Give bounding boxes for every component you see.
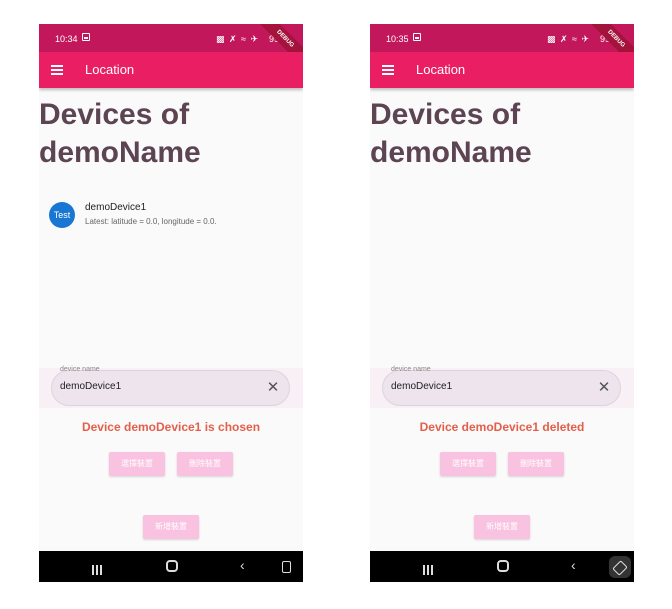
device-title: demoDevice1 xyxy=(85,202,147,213)
device-name-input[interactable] xyxy=(391,381,571,392)
recent-apps-icon[interactable] xyxy=(423,562,435,575)
app-title: Location xyxy=(416,62,466,77)
status-message: Device demoDevice1 deleted xyxy=(419,420,585,434)
device-name-label: device name xyxy=(391,366,431,373)
navigation-bar: ‹ xyxy=(39,551,303,582)
select-device-button[interactable]: 選擇裝置 xyxy=(440,452,496,476)
phone-screen-right: 10:35 ▩ ✗ ≈ ✈ 99% DEBUG Location Devices… xyxy=(370,24,634,582)
add-device-button[interactable]: 新增裝置 xyxy=(474,515,530,539)
hamburger-menu-icon[interactable] xyxy=(51,65,63,75)
rotate-screen-icon[interactable] xyxy=(282,561,291,573)
add-device-button[interactable]: 新增裝置 xyxy=(143,515,199,539)
page-title: Devices of demoName xyxy=(39,96,303,172)
back-icon[interactable]: ‹ xyxy=(571,558,576,572)
back-icon[interactable]: ‹ xyxy=(240,558,245,572)
navigation-bar: ‹ xyxy=(370,551,634,582)
home-icon[interactable] xyxy=(166,560,178,572)
hamburger-menu-icon[interactable] xyxy=(382,65,394,75)
status-system-icons: ▩ ✗ ≈ ✈ xyxy=(546,34,590,44)
app-bar: Location xyxy=(370,52,634,88)
device-name-field[interactable]: ✕ xyxy=(382,370,621,406)
status-message: Device demoDevice1 is chosen xyxy=(81,420,261,434)
app-bar: Location xyxy=(39,52,303,88)
delete-device-button[interactable]: 刪除裝置 xyxy=(177,452,233,476)
status-time: 10:34 xyxy=(55,34,78,44)
device-name-input[interactable] xyxy=(60,381,240,392)
device-avatar: Test xyxy=(49,202,75,228)
recent-apps-icon[interactable] xyxy=(92,562,104,575)
page-title-line-1: Devices of xyxy=(39,98,190,131)
page-title: Devices of demoName xyxy=(370,96,634,172)
page-title-line-2: demoName xyxy=(370,136,532,169)
page-title-line-2: demoName xyxy=(39,136,201,169)
home-icon[interactable] xyxy=(497,560,509,572)
select-device-button[interactable]: 選擇裝置 xyxy=(109,452,165,476)
phone-screen-left: 10:34 ▩ ✗ ≈ ✈ 99% DEBUG Location Devices… xyxy=(39,24,303,582)
device-name-field[interactable]: ✕ xyxy=(51,370,290,406)
app-title: Location xyxy=(85,62,135,77)
rotate-screen-icon[interactable] xyxy=(609,556,631,578)
gallery-notification-icon xyxy=(82,33,90,41)
clear-icon[interactable]: ✕ xyxy=(265,380,281,396)
device-list-item[interactable]: Test demoDevice1 Latest: latitude = 0.0,… xyxy=(39,196,303,236)
status-time: 10:35 xyxy=(386,34,409,44)
status-system-icons: ▩ ✗ ≈ ✈ xyxy=(215,34,259,44)
clear-icon[interactable]: ✕ xyxy=(596,380,612,396)
device-name-label: device name xyxy=(60,366,100,373)
gallery-notification-icon xyxy=(413,33,421,41)
device-location: Latest: latitude = 0.0, longitude = 0.0. xyxy=(85,217,217,226)
delete-device-button[interactable]: 刪除裝置 xyxy=(508,452,564,476)
page-title-line-1: Devices of xyxy=(370,98,521,131)
